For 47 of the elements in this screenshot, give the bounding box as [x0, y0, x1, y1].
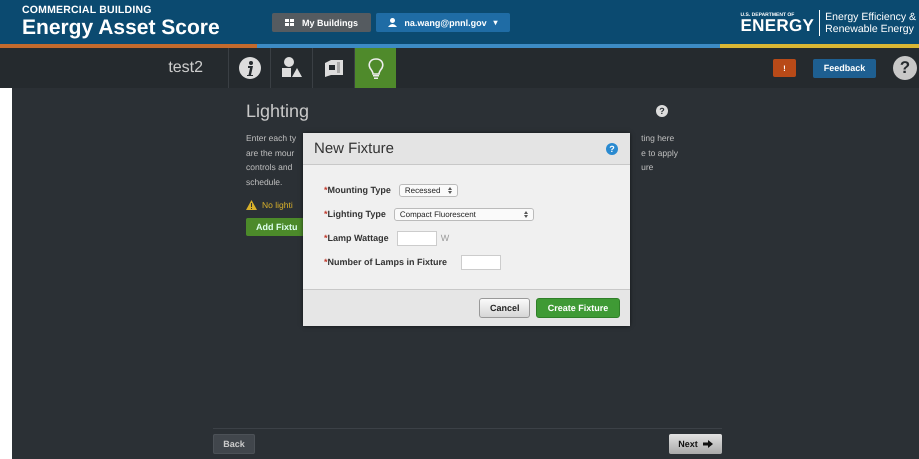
dropdown[interactable]: Recessed [398, 184, 458, 196]
next-button[interactable]: Next [669, 434, 722, 454]
intro-text: controls and [246, 161, 294, 174]
intro-text: Enter each ty [246, 132, 296, 145]
cancel-button[interactable]: Cancel [479, 298, 530, 318]
warning-text: No lighti [262, 200, 293, 210]
field-label: *Lamp Wattage [324, 233, 389, 243]
updown-icon [524, 210, 528, 218]
intro-text: are the mour [246, 146, 296, 160]
alert-button[interactable]: ! [773, 59, 796, 77]
info-icon [238, 57, 260, 79]
wall-icon [322, 57, 344, 79]
arrow-right-icon [702, 440, 713, 448]
help-icon[interactable]: ? [606, 142, 618, 154]
help-icon[interactable]: ? [656, 105, 668, 117]
my-buildings-button[interactable]: My Buildings [272, 13, 371, 32]
dialog-title: New Fixture [314, 140, 394, 157]
feedback-button[interactable]: Feedback [813, 58, 876, 78]
updown-icon [448, 186, 452, 194]
app-title: Energy Asset Score [22, 16, 221, 40]
warning-icon [246, 200, 257, 210]
input-field[interactable] [396, 230, 437, 246]
input-field[interactable] [461, 254, 502, 270]
dropdown[interactable]: Compact Fluorescent [394, 208, 534, 220]
energy-logo-text: ENERGY [740, 18, 814, 34]
step-tab[interactable] [354, 48, 396, 88]
shapes-icon [280, 57, 302, 79]
unit-label: W [440, 233, 450, 243]
intro-text: ure [641, 161, 654, 174]
add-fixture-button[interactable]: Add Fixtu [246, 218, 306, 236]
grid-icon [285, 18, 295, 26]
office-name: Renewable Energy [825, 23, 915, 35]
section-title: Lighting [246, 100, 310, 122]
help-button[interactable]: ? [893, 56, 917, 80]
back-button[interactable]: Back [213, 434, 255, 454]
office-name: Energy Efficiency & [825, 11, 916, 23]
app-subtitle: COMMERCIAL BUILDING [22, 5, 153, 16]
create-fixture-button[interactable]: Create Fixture [536, 298, 620, 318]
building-name: test2 [168, 59, 203, 77]
user-icon [388, 18, 398, 27]
field-label: *Lighting Type [324, 209, 386, 219]
intro-text: e to apply [641, 146, 678, 160]
field-label: *Mounting Type [324, 185, 391, 195]
field-label: *Number of Lamps in Fixture [324, 257, 448, 267]
user-menu-button[interactable]: na.wang@pnnl.gov ▾ [376, 13, 510, 32]
intro-text: ting here [641, 132, 676, 145]
intro-text: schedule. [246, 176, 284, 188]
